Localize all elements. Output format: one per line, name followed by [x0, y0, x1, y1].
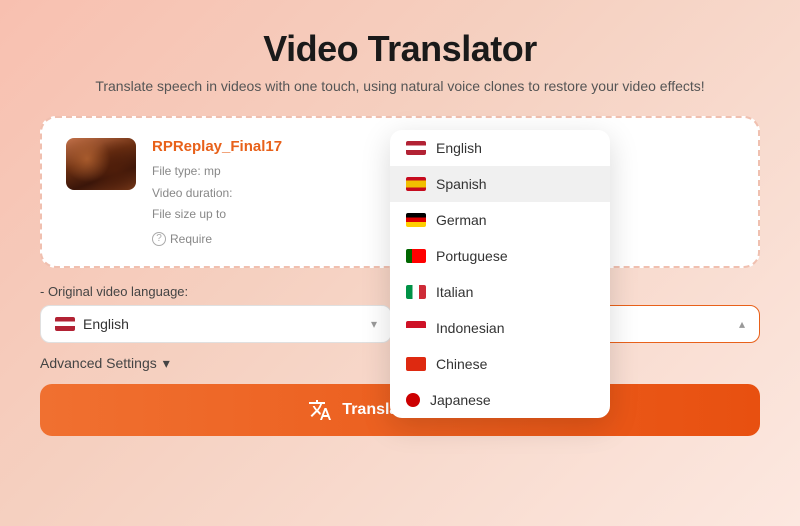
dropdown-label-spanish: Spanish [436, 176, 487, 192]
flag-german-icon [406, 213, 426, 227]
page-title: Video Translator [263, 28, 536, 70]
dropdown-item-chinese[interactable]: Chinese [390, 346, 610, 382]
dropdown-item-spanish[interactable]: Spanish [390, 166, 610, 202]
dropdown-label-chinese: Chinese [436, 356, 487, 372]
advanced-settings-label: Advanced Settings [40, 355, 157, 371]
dropdown-item-portuguese[interactable]: Portuguese [390, 238, 610, 274]
translate-icon [308, 398, 332, 422]
video-thumbnail [66, 138, 136, 190]
dropdown-label-japanese: Japanese [430, 392, 491, 408]
advanced-chevron-icon: ▾ [163, 355, 170, 372]
dropdown-label-portuguese: Portuguese [436, 248, 508, 264]
flag-spanish-icon [406, 177, 426, 191]
flag-chinese-icon [406, 357, 426, 371]
source-lang-left: English [55, 316, 129, 332]
language-dropdown[interactable]: English Spanish German Portuguese Italia… [390, 130, 610, 418]
source-lang-label: - Original video language: [40, 284, 392, 299]
dropdown-label-english: English [436, 140, 482, 156]
chevron-up-icon: ▴ [739, 317, 745, 331]
dropdown-label-german: German [436, 212, 487, 228]
chevron-down-icon: ▾ [371, 317, 377, 331]
source-language-group: - Original video language: English ▾ [40, 284, 392, 343]
dropdown-label-indonesian: Indonesian [436, 320, 505, 336]
dropdown-item-indonesian[interactable]: Indonesian [390, 310, 610, 346]
source-language-select[interactable]: English ▾ [40, 305, 392, 343]
flag-japanese-icon [406, 393, 420, 407]
dropdown-item-italian[interactable]: Italian [390, 274, 610, 310]
dropdown-item-german[interactable]: German [390, 202, 610, 238]
dropdown-item-english[interactable]: English [390, 130, 610, 166]
dropdown-label-italian: Italian [436, 284, 473, 300]
page-subtitle: Translate speech in videos with one touc… [95, 78, 704, 94]
flag-portuguese-icon [406, 249, 426, 263]
dropdown-item-japanese[interactable]: Japanese [390, 382, 610, 418]
flag-indonesian-icon [406, 321, 426, 335]
source-lang-value: English [83, 316, 129, 332]
flag-us-icon [55, 317, 75, 331]
flag-italian-icon [406, 285, 426, 299]
info-icon: ? [152, 232, 166, 246]
flag-english-icon [406, 141, 426, 155]
thumbnail-image [66, 138, 136, 190]
